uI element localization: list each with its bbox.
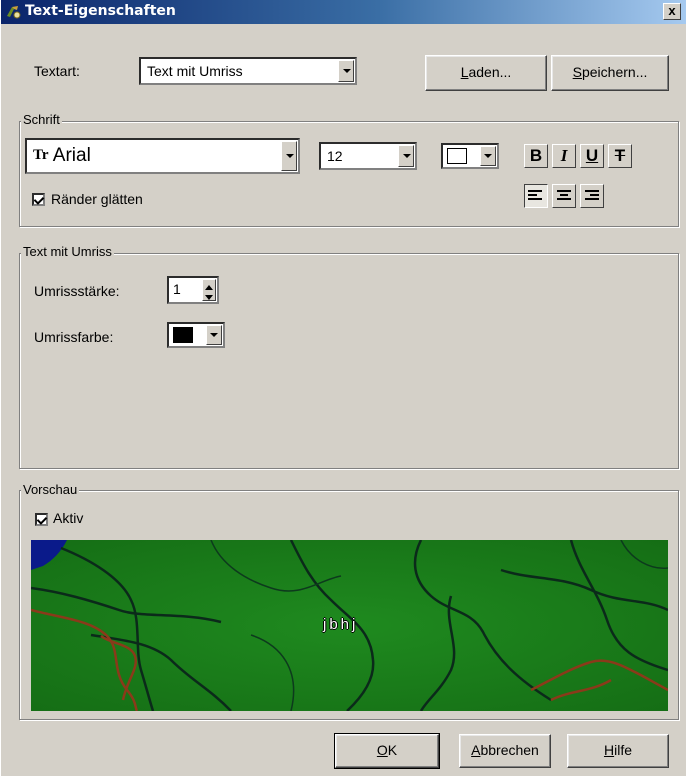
outline-color-picker[interactable] <box>167 322 225 348</box>
chevron-down-icon[interactable] <box>281 141 297 171</box>
preview-active-checkbox[interactable] <box>35 513 48 526</box>
help-label: ilfe <box>614 742 633 758</box>
font-group <box>19 121 679 227</box>
ok-button[interactable]: OK <box>334 733 440 769</box>
close-icon: x <box>668 3 676 18</box>
textart-value: Text mit Umriss <box>147 63 243 79</box>
outline-color-label: Umrissfarbe: <box>34 329 114 345</box>
outline-group-legend: Text mit Umriss <box>21 244 114 259</box>
underline-button[interactable]: U <box>580 144 604 168</box>
help-mnemonic: H <box>603 742 615 758</box>
chevron-down-icon[interactable] <box>480 146 496 166</box>
window-title: Text-Eigenschaften <box>25 3 176 19</box>
preview-group-legend: Vorschau <box>21 482 80 497</box>
strikethrough-button[interactable]: T <box>608 144 632 168</box>
smooth-edges-checkbox[interactable] <box>32 193 45 206</box>
help-button[interactable]: Hilfe <box>567 734 669 768</box>
save-mnemonic: S <box>572 64 582 80</box>
font-color-swatch <box>447 148 467 164</box>
outline-width-value: 1 <box>173 281 181 297</box>
font-size-value: 12 <box>327 148 343 164</box>
save-button[interactable]: Speichern... <box>551 55 669 91</box>
chevron-down-icon[interactable] <box>398 145 414 167</box>
chevron-down-icon[interactable] <box>338 60 354 82</box>
font-value-wrap: Tr Arial <box>33 145 91 167</box>
chevron-down-icon[interactable] <box>206 325 222 345</box>
align-left-button[interactable] <box>524 184 548 208</box>
align-left-icon <box>528 190 542 200</box>
outline-color-swatch <box>173 327 193 343</box>
font-value: Arial <box>52 145 91 166</box>
align-right-icon <box>585 190 599 200</box>
spinner-arrows-icon[interactable] <box>202 279 216 301</box>
italic-button[interactable]: I <box>552 144 576 168</box>
font-select[interactable]: Tr Arial <box>25 138 300 174</box>
outline-width-label: Umrissstärke: <box>34 283 120 299</box>
ok-label: K <box>387 742 398 758</box>
cancel-button[interactable]: Abbrechen <box>459 734 551 768</box>
textart-label: Textart: <box>34 63 80 79</box>
textart-select[interactable]: Text mit Umriss <box>139 57 357 85</box>
smooth-edges-label: Ränder glätten <box>51 191 143 207</box>
load-button[interactable]: Laden... <box>425 55 547 91</box>
preview-active-label: Aktiv <box>53 510 84 526</box>
font-group-legend: Schrift <box>21 112 62 127</box>
dialog-window: Text-Eigenschaften x Textart: Text mit U… <box>0 0 686 776</box>
align-center-button[interactable] <box>552 184 576 208</box>
align-right-button[interactable] <box>580 184 604 208</box>
bold-button[interactable]: B <box>524 144 548 168</box>
save-label: peichern... <box>581 64 648 80</box>
font-size-select[interactable]: 12 <box>319 142 417 170</box>
load-label: aden... <box>468 64 512 80</box>
ok-mnemonic: O <box>376 742 388 758</box>
outline-width-spinner[interactable]: 1 <box>167 276 219 304</box>
title-bar[interactable]: Text-Eigenschaften x <box>1 0 686 24</box>
font-color-picker[interactable] <box>441 143 499 169</box>
app-icon <box>7 6 21 19</box>
truetype-icon: Tr <box>33 147 49 163</box>
cancel-label: bbrechen <box>480 742 539 758</box>
align-center-icon <box>557 190 571 200</box>
close-button[interactable]: x <box>663 3 681 20</box>
preview-sample-text: jbhj <box>323 616 359 633</box>
